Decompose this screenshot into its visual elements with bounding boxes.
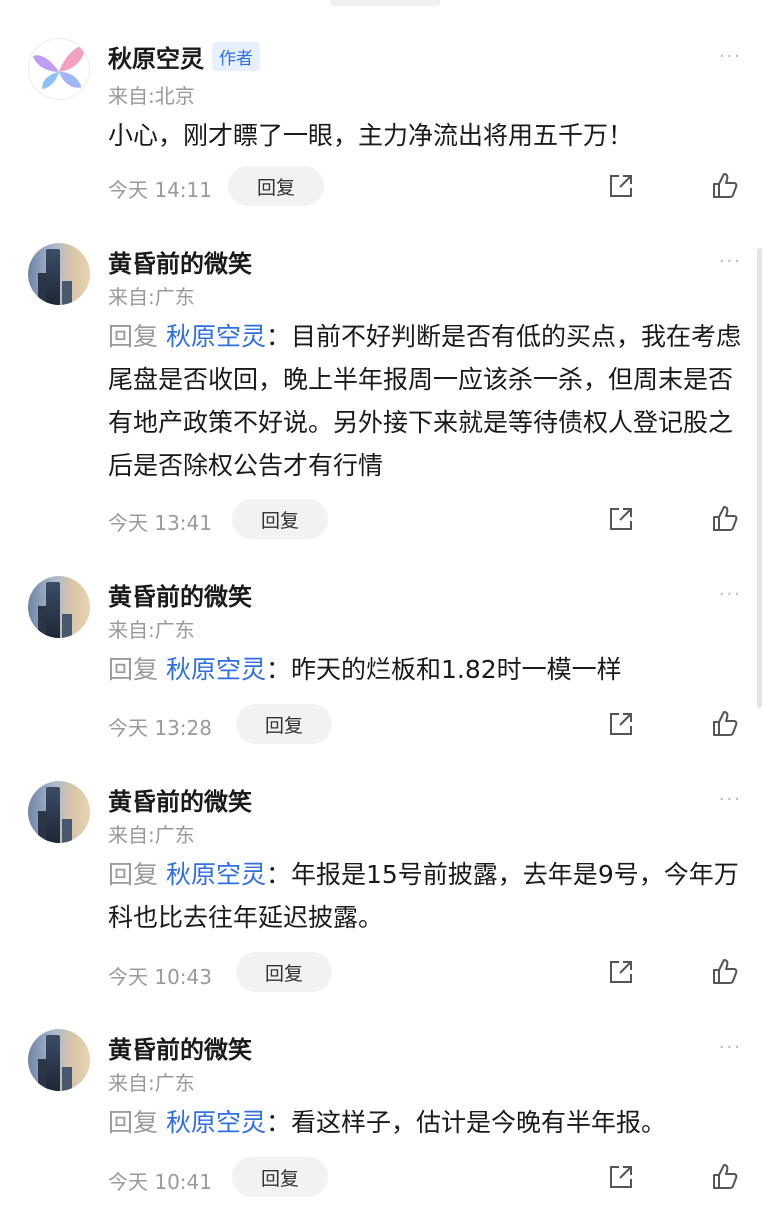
top-handle (330, 0, 440, 6)
scrollbar[interactable] (757, 248, 762, 708)
thumbs-up-icon[interactable] (710, 709, 740, 739)
comment-content: 看这样子，估计是今晚有半年报。 (291, 1108, 667, 1137)
location: 来自:广东 (108, 823, 195, 847)
name-row: 黄昏前的微笑 (108, 243, 252, 279)
reply-button[interactable]: 回复 (232, 1157, 328, 1197)
thumbs-up-icon[interactable] (710, 1162, 740, 1192)
location: 来自:北京 (108, 84, 195, 108)
avatar[interactable] (28, 576, 90, 638)
comment-text: 回复 秋原空灵：看这样子，估计是今晚有半年报。 (108, 1101, 748, 1144)
more-dots-icon[interactable]: ··· (719, 251, 742, 272)
reply-prefix: 回复 (108, 860, 159, 889)
comment-text: 小心，刚才瞟了一眼，主力净流出将用五千万！ (108, 114, 748, 157)
name-row: 黄昏前的微笑 (108, 781, 252, 817)
location: 来自:广东 (108, 1071, 195, 1095)
avatar[interactable] (28, 1029, 90, 1091)
thumbs-up-icon[interactable] (710, 171, 740, 201)
share-icon[interactable] (606, 957, 636, 987)
author-badge: 作者 (212, 41, 260, 71)
timestamp: 今天 10:41 (108, 1170, 212, 1194)
comment-text: 回复 秋原空灵：目前不好判断是否有低的买点，我在考虑尾盘是否收回，晚上半年报周一… (108, 315, 748, 487)
name-row: 秋原空灵 作者 (108, 38, 260, 74)
username[interactable]: 黄昏前的微笑 (108, 577, 252, 612)
reply-button[interactable]: 回复 (236, 704, 332, 744)
comment-content: 小心，刚才瞟了一眼，主力净流出将用五千万！ (108, 121, 634, 150)
reply-button[interactable]: 回复 (228, 166, 324, 206)
more-dots-icon[interactable]: ··· (719, 46, 742, 67)
share-icon[interactable] (606, 171, 636, 201)
location: 来自:广东 (108, 618, 195, 642)
username[interactable]: 黄昏前的微笑 (108, 782, 252, 817)
thumbs-up-icon[interactable] (710, 957, 740, 987)
username[interactable]: 黄昏前的微笑 (108, 1030, 252, 1065)
name-row: 黄昏前的微笑 (108, 1029, 252, 1065)
share-icon[interactable] (606, 709, 636, 739)
reply-target-link[interactable]: 秋原空灵 (166, 1108, 266, 1137)
butterfly-logo-icon (32, 44, 86, 90)
avatar[interactable] (28, 781, 90, 843)
more-dots-icon[interactable]: ··· (719, 789, 742, 810)
reply-button[interactable]: 回复 (236, 952, 332, 992)
comment-text: 回复 秋原空灵：年报是15号前披露，去年是9号，今年万科也比去往年延迟披露。 (108, 853, 748, 939)
reply-target-link[interactable]: 秋原空灵 (166, 655, 266, 684)
reply-separator: ： (265, 1108, 291, 1137)
avatar[interactable] (28, 243, 90, 305)
location: 来自:广东 (108, 285, 195, 309)
timestamp: 今天 13:28 (108, 716, 212, 740)
reply-separator: ： (265, 322, 291, 351)
share-icon[interactable] (606, 504, 636, 534)
name-row: 黄昏前的微笑 (108, 576, 252, 612)
reply-prefix: 回复 (108, 655, 159, 684)
username[interactable]: 黄昏前的微笑 (108, 244, 252, 279)
reply-separator: ： (265, 655, 291, 684)
thumbs-up-icon[interactable] (710, 504, 740, 534)
timestamp: 今天 14:11 (108, 178, 212, 202)
comment-content: 昨天的烂板和1.82时一模一样 (291, 655, 622, 684)
more-dots-icon[interactable]: ··· (719, 1037, 742, 1058)
comment-text: 回复 秋原空灵：昨天的烂板和1.82时一模一样 (108, 648, 748, 691)
timestamp: 今天 10:43 (108, 965, 212, 989)
reply-prefix: 回复 (108, 1108, 159, 1137)
username[interactable]: 秋原空灵 (108, 39, 204, 74)
reply-button[interactable]: 回复 (232, 499, 328, 539)
share-icon[interactable] (606, 1162, 636, 1192)
more-dots-icon[interactable]: ··· (719, 584, 742, 605)
reply-separator: ： (265, 860, 291, 889)
reply-target-link[interactable]: 秋原空灵 (166, 860, 266, 889)
reply-prefix: 回复 (108, 322, 159, 351)
avatar[interactable] (28, 38, 90, 100)
timestamp: 今天 13:41 (108, 511, 212, 535)
reply-target-link[interactable]: 秋原空灵 (166, 322, 266, 351)
